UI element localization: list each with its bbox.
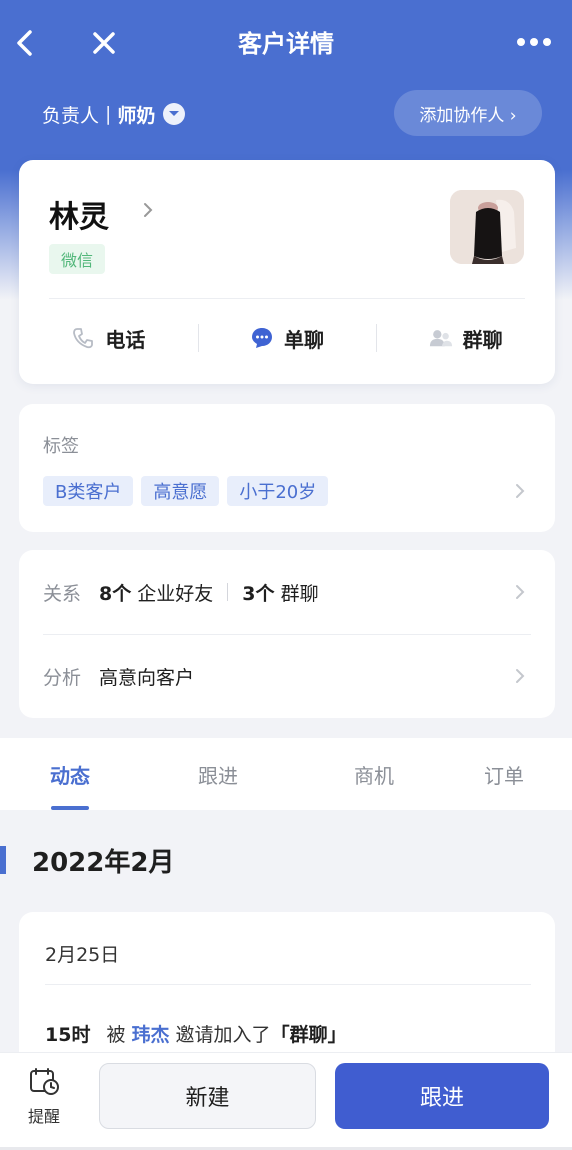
friends-value: 8个 企业好友 [99, 579, 213, 606]
chevron-right-icon[interactable] [515, 482, 525, 500]
relation-row[interactable]: 关系 8个 企业好友 3个 群聊 [43, 550, 531, 634]
feed-date: 2月25日 [45, 944, 120, 966]
tags-label: 标签 [43, 436, 79, 457]
remind-button[interactable]: 提醒 [20, 1067, 68, 1127]
owner-name: 师奶 [117, 104, 156, 127]
calendar-clock-icon [27, 1067, 61, 1097]
owner-label: 负责人 [42, 104, 100, 127]
group-chat-button[interactable]: 群聊 [376, 314, 555, 362]
divider [49, 298, 525, 299]
activity-user-link[interactable]: 玮杰 [132, 1024, 170, 1046]
customer-name[interactable]: 林灵 [49, 192, 109, 236]
tab-opportunity[interactable]: 商机 [296, 738, 452, 810]
owner-selector[interactable]: 负责人 | 师奶 [42, 96, 186, 132]
tag-list: B类客户 高意愿 小于20岁 [43, 476, 329, 506]
activity-target[interactable]: 「群聊」 [271, 1024, 347, 1046]
nav-bar: 客户详情 [0, 0, 572, 84]
friends-count: 8个 [99, 582, 132, 605]
analysis-value: 高意向客户 [99, 666, 195, 689]
month-marker [0, 846, 6, 874]
group-icon [429, 326, 453, 350]
tab-activity[interactable]: 动态 [0, 738, 140, 810]
groups-text: 群聊 [274, 582, 319, 605]
page-title: 客户详情 [238, 30, 334, 58]
month-title: 2022年2月 [32, 848, 175, 878]
single-chat-label: 单聊 [284, 327, 324, 352]
more-icon[interactable] [516, 30, 552, 54]
source-tag: 微信 [49, 244, 106, 274]
friends-text: 企业好友 [131, 582, 214, 605]
phone-icon [71, 326, 95, 350]
activity-pre: 被 [106, 1024, 132, 1046]
divider [227, 583, 229, 601]
analysis-label: 分析 [43, 666, 82, 689]
relation-label: 关系 [43, 582, 82, 605]
phone-button[interactable]: 电话 [19, 314, 198, 362]
chevron-down-icon[interactable] [163, 103, 186, 125]
new-button[interactable]: 新建 [99, 1063, 316, 1129]
tab-orders[interactable]: 订单 [452, 738, 572, 810]
owner-separator: | [105, 103, 112, 125]
chevron-right-icon[interactable] [143, 200, 155, 220]
activity-text: 邀请加入了 [169, 1024, 271, 1046]
tab-followup[interactable]: 跟进 [140, 738, 296, 810]
contact-actions: 电话 单聊 群聊 [19, 314, 555, 362]
tag-item: 小于20岁 [227, 476, 329, 506]
follow-up-button[interactable]: 跟进 [335, 1063, 549, 1129]
relations-card: 关系 8个 企业好友 3个 群聊 分析 高意向客户 [19, 550, 555, 718]
activity-item: 15时被 玮杰 邀请加入了「群聊」 [45, 1020, 347, 1047]
activity-hour: 15时 [45, 1024, 91, 1046]
tag-item: 高意愿 [141, 476, 220, 506]
tag-item: B类客户 [43, 476, 134, 506]
chat-bubble-icon [250, 326, 274, 350]
remind-label: 提醒 [27, 1107, 60, 1126]
single-chat-button[interactable]: 单聊 [197, 314, 377, 362]
activity-card: 2月25日 15时被 玮杰 邀请加入了「群聊」 [19, 912, 555, 1072]
avatar[interactable] [450, 190, 524, 264]
group-chat-label: 群聊 [462, 327, 503, 352]
chevron-right-icon[interactable] [515, 583, 525, 601]
bottom-bar: 提醒 新建 跟进 [0, 1052, 572, 1150]
analysis-row[interactable]: 分析 高意向客户 [43, 634, 531, 718]
add-collaborator-button[interactable]: 添加协作人 › [394, 90, 542, 136]
customer-card: 林灵 微信 电话 单聊 群聊 [19, 160, 555, 384]
groups-value: 3个 群聊 [242, 579, 318, 606]
tab-bar: 动态 跟进 商机 订单 [0, 738, 572, 810]
groups-count: 3个 [242, 582, 275, 605]
chevron-right-icon[interactable] [515, 667, 525, 685]
phone-label: 电话 [105, 327, 146, 352]
divider [45, 984, 531, 985]
tags-card[interactable]: 标签 B类客户 高意愿 小于20岁 [19, 404, 555, 532]
